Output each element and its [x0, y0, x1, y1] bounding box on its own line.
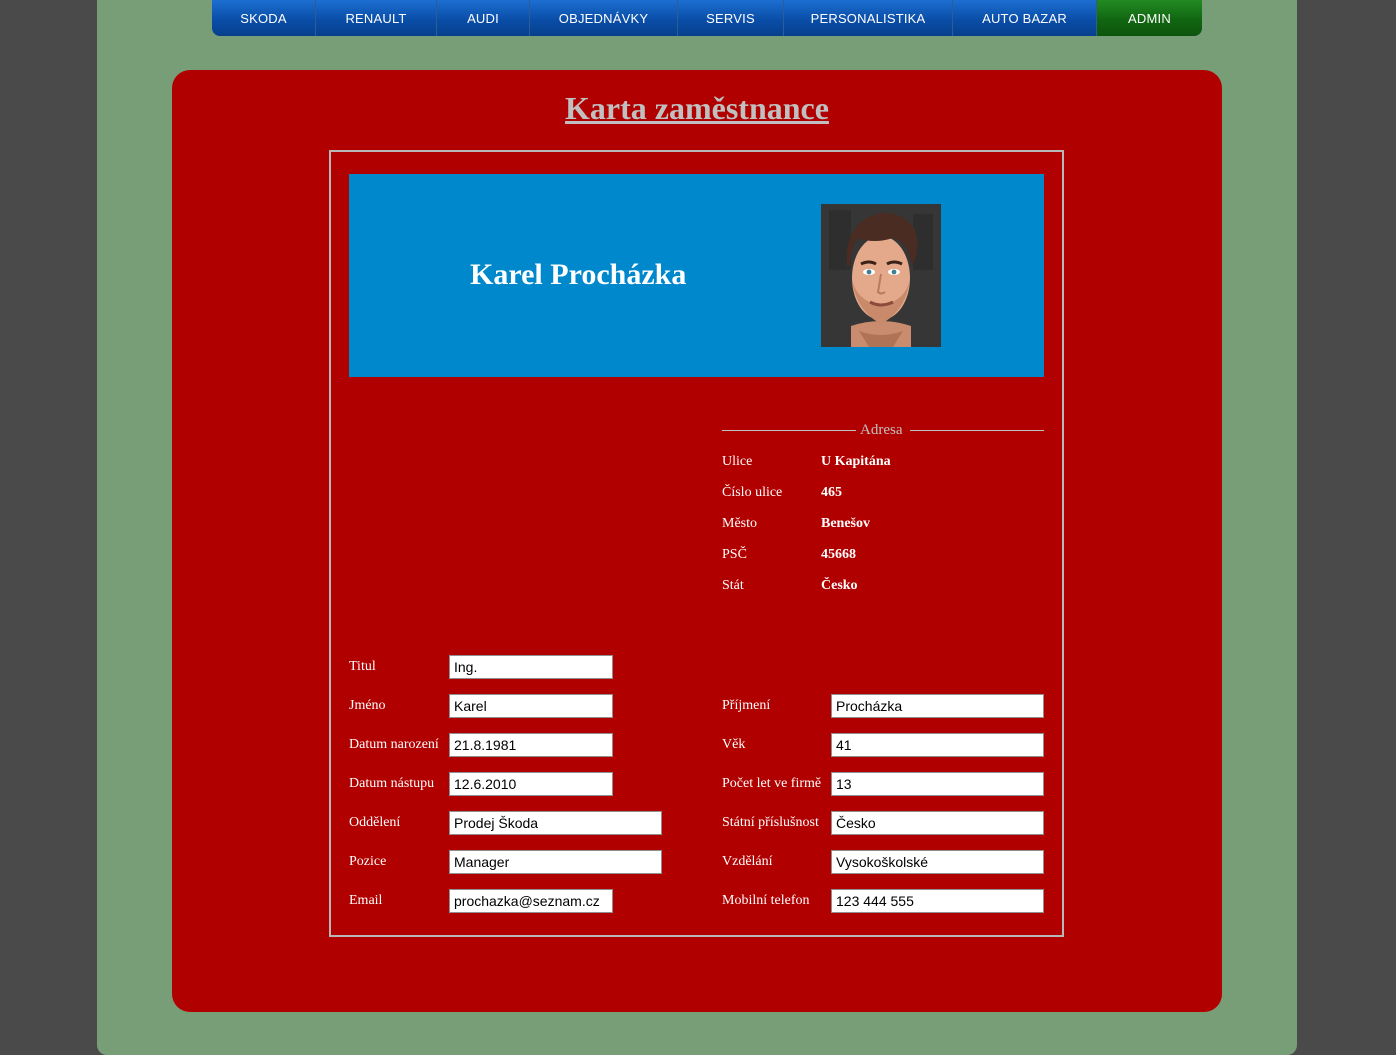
address-value: 465 — [821, 485, 842, 500]
nav-item-skoda[interactable]: SKODA — [212, 0, 316, 36]
form-row-email: Email — [349, 889, 619, 913]
nav-item-audi[interactable]: AUDI — [437, 0, 530, 36]
address-value: U Kapitána — [821, 454, 891, 469]
oddeleni-field[interactable] — [449, 811, 662, 835]
nav-item-renault[interactable]: RENAULT — [316, 0, 437, 36]
nav-item-auto-bazar[interactable]: AUTO BAZAR — [953, 0, 1097, 36]
form-row-pocet-let: Počet let ve firmě — [722, 772, 1044, 796]
employee-header: Karel Procházka — [349, 174, 1044, 377]
pozice-field[interactable] — [449, 850, 662, 874]
mobilni-telefon-field[interactable] — [831, 889, 1044, 913]
employee-name: Karel Procházka — [470, 258, 687, 291]
nav-item-admin[interactable]: ADMIN — [1097, 0, 1202, 36]
field-label: Počet let ve firmě — [722, 776, 822, 791]
address-value: 45668 — [821, 547, 856, 562]
form-row-titul: Titul — [349, 655, 619, 679]
email-field[interactable] — [449, 889, 613, 913]
address-label: Číslo ulice — [722, 485, 783, 500]
titul-field[interactable] — [449, 655, 613, 679]
form-row-datum-nastupu: Datum nástupu — [349, 772, 619, 796]
jmeno-field[interactable] — [449, 694, 613, 718]
field-label: Jméno — [349, 698, 386, 713]
vek-field[interactable] — [831, 733, 1044, 757]
form-row-mobilni-telefon: Mobilní telefon — [722, 889, 1044, 913]
field-label: Email — [349, 893, 383, 908]
field-label: Titul — [349, 659, 376, 674]
address-label: Město — [722, 516, 757, 531]
field-label: Věk — [722, 737, 746, 752]
field-label: Datum narození — [349, 737, 439, 752]
address-value: Česko — [821, 578, 858, 593]
field-label: Státní příslušnost — [722, 815, 819, 830]
nav-item-personalistika[interactable]: PERSONALISTIKA — [784, 0, 953, 36]
page-title: Karta zaměstnance — [565, 90, 829, 126]
employee-photo — [821, 204, 941, 347]
address-label: Stát — [722, 578, 744, 593]
employee-card: Karta zaměstnance Karel Procházka Adresa… — [172, 70, 1222, 1012]
form-row-pozice: Pozice — [349, 850, 669, 874]
portrait-avatar-icon — [821, 204, 941, 347]
main-nav: SKODA RENAULT AUDI OBJEDNÁVKY SERVIS PER… — [212, 0, 1202, 36]
datum-nastupu-field[interactable] — [449, 772, 613, 796]
form-row-statni-prislusnost: Státní příslušnost — [722, 811, 1044, 835]
nav-item-servis[interactable]: SERVIS — [678, 0, 784, 36]
form-row-oddeleni: Oddělení — [349, 811, 669, 835]
field-label: Příjmení — [722, 698, 771, 713]
form-row-prijmeni: Příjmení — [722, 694, 1044, 718]
form-row-vzdelani: Vzdělání — [722, 850, 1044, 874]
address-legend: Adresa — [722, 422, 1044, 438]
field-label: Vzdělání — [722, 854, 773, 869]
form-row-vek: Věk — [722, 733, 1044, 757]
field-label: Datum nástupu — [349, 776, 435, 791]
statni-prislusnost-field[interactable] — [831, 811, 1044, 835]
field-label: Mobilní telefon — [722, 893, 810, 908]
vzdelani-field[interactable] — [831, 850, 1044, 874]
datum-narozeni-field[interactable] — [449, 733, 613, 757]
address-legend-label: Adresa — [860, 422, 903, 438]
address-label: Ulice — [722, 454, 753, 469]
address-label: PSČ — [722, 547, 747, 562]
prijmeni-field[interactable] — [831, 694, 1044, 718]
form-row-datum-narozeni: Datum narození — [349, 733, 619, 757]
address-value: Benešov — [821, 516, 870, 531]
field-label: Pozice — [349, 854, 387, 869]
pocet-let-ve-firme-field[interactable] — [831, 772, 1044, 796]
form-row-jmeno: Jméno — [349, 694, 619, 718]
field-label: Oddělení — [349, 815, 401, 830]
nav-item-objednavky[interactable]: OBJEDNÁVKY — [530, 0, 678, 36]
